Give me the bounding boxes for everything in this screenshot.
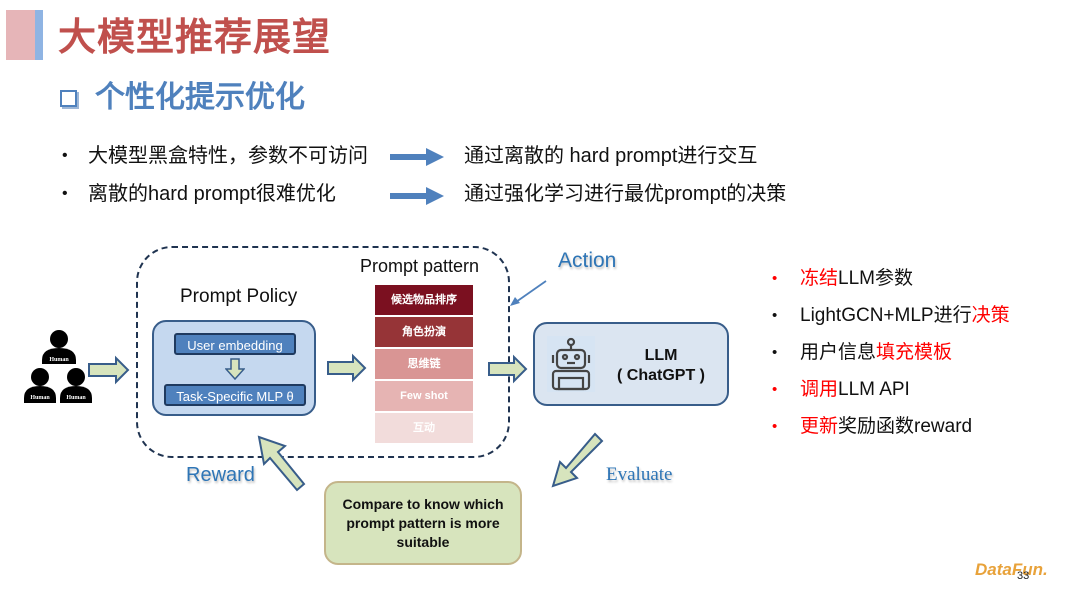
key-points-list: • 冻结 LLM参数 • LightGCN+MLP进行 决策 • 用户信息 填充… xyxy=(772,260,1010,445)
datafun-logo: DataFun. xyxy=(975,560,1048,580)
compare-text: Compare to know which prompt pattern is … xyxy=(342,495,504,550)
bullet-dot-icon: • xyxy=(772,418,778,435)
bullet-dot-icon: • xyxy=(772,344,778,361)
key-point-text: 奖励函数reward xyxy=(838,416,973,437)
key-point-text: LLM API xyxy=(838,379,910,400)
key-point-item: • 调用 LLM API xyxy=(772,371,1010,408)
logo-text: DataFun. xyxy=(975,560,1048,579)
right-block-arrow-icon xyxy=(88,355,130,385)
key-point-text: LightGCN+MLP进行 xyxy=(800,305,972,326)
page-number: 33 xyxy=(1017,570,1030,582)
bullet-dot-icon: • xyxy=(772,381,778,398)
key-point-item: • 冻结 LLM参数 xyxy=(772,260,1010,297)
key-point-item: • 更新 奖励函数reward xyxy=(772,408,1010,445)
action-pointer-line xyxy=(515,280,547,303)
evaluate-block-arrow-icon xyxy=(551,432,604,488)
compare-box: Compare to know which prompt pattern is … xyxy=(324,481,522,565)
key-point-text: 用户信息 xyxy=(800,342,877,363)
action-pointer-head xyxy=(510,297,520,306)
bullet-dot-icon: • xyxy=(772,270,778,287)
right-block-arrow-icon xyxy=(327,353,367,383)
evaluate-label: Evaluate xyxy=(606,464,673,485)
key-point-highlight: 更新 xyxy=(800,416,839,437)
key-point-highlight: 决策 xyxy=(971,305,1010,326)
reward-label: Reward xyxy=(186,464,255,486)
right-block-arrow-icon xyxy=(488,354,528,384)
bullet-dot-icon: • xyxy=(772,307,778,324)
key-point-highlight: 填充模板 xyxy=(876,342,953,363)
key-point-highlight: 调用 xyxy=(800,379,839,400)
key-point-text: LLM参数 xyxy=(838,268,913,289)
key-point-item: • 用户信息 填充模板 xyxy=(772,334,1010,371)
key-point-item: • LightGCN+MLP进行 决策 xyxy=(772,297,1010,334)
key-point-highlight: 冻结 xyxy=(800,268,839,289)
reward-block-arrow-icon xyxy=(257,435,306,492)
